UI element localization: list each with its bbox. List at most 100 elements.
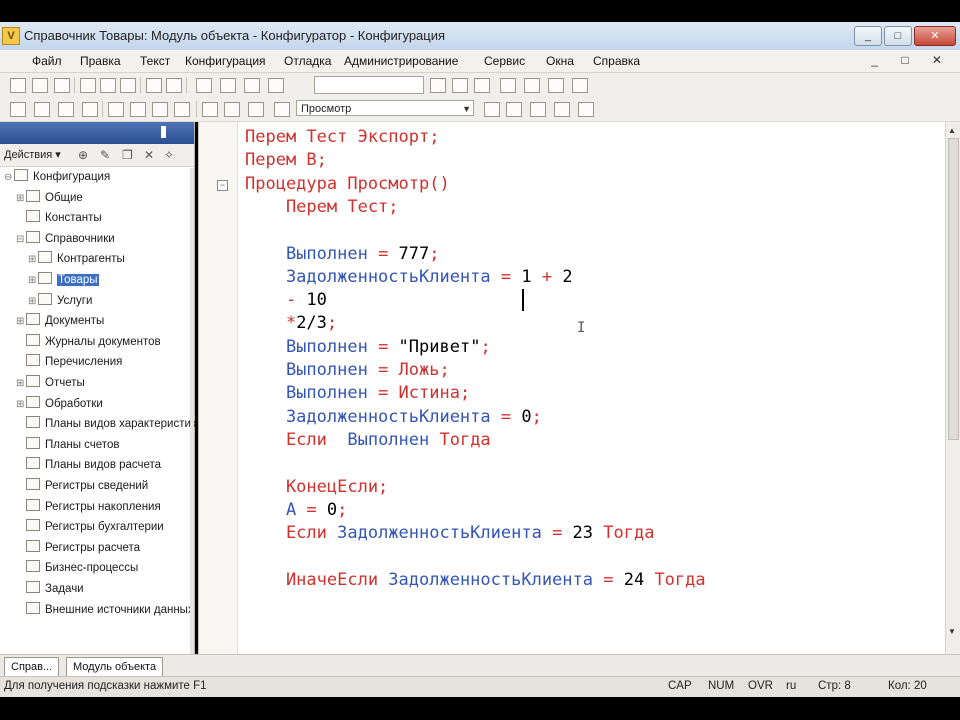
tab-object-module[interactable]: Модуль объекта xyxy=(66,657,164,677)
tree-expander-icon[interactable]: ⊖ xyxy=(4,169,14,187)
compare-icon[interactable] xyxy=(82,102,98,117)
tree-item[interactable]: Регистры расчета xyxy=(16,539,140,557)
maximize-button[interactable]: □ xyxy=(884,26,912,46)
module-icon[interactable] xyxy=(248,102,264,117)
scroll-down-icon[interactable]: ▼ xyxy=(948,627,956,636)
more-icon[interactable] xyxy=(578,102,594,117)
tree-item[interactable]: Планы видов характеристик xyxy=(16,415,196,433)
save-icon[interactable] xyxy=(54,78,70,93)
run-debug-icon[interactable] xyxy=(108,102,124,117)
code-line[interactable]: Выполнен = Истина; xyxy=(245,382,470,405)
tree-item[interactable]: ⊞ Документы xyxy=(16,312,104,330)
tree-item[interactable]: Регистры накопления xyxy=(16,498,161,516)
menu-edit[interactable]: Правка xyxy=(80,54,121,68)
tree-item[interactable]: ⊟ Справочники xyxy=(16,230,115,248)
tree-item[interactable]: Перечисления xyxy=(16,353,122,371)
update-config-icon[interactable] xyxy=(58,102,74,117)
print-icon[interactable] xyxy=(196,78,212,93)
scroll-up-icon[interactable]: ▲ xyxy=(948,126,956,135)
open-config-icon[interactable] xyxy=(34,102,50,117)
properties-icon[interactable]: ✧ xyxy=(164,148,174,162)
undo-icon[interactable] xyxy=(146,78,162,93)
tree-expander-icon[interactable]: ⊞ xyxy=(28,251,38,269)
tree-expander-icon[interactable]: ⊞ xyxy=(16,190,26,208)
block-comment-icon[interactable] xyxy=(484,102,500,117)
menu-service[interactable]: Сервис xyxy=(484,54,525,68)
search-input[interactable] xyxy=(314,76,424,94)
code-line[interactable]: - 10 xyxy=(245,289,327,312)
move-down-icon[interactable] xyxy=(224,102,240,117)
open-icon[interactable] xyxy=(32,78,48,93)
tree-item[interactable]: ⊞ Отчеты xyxy=(16,374,85,392)
tree-item[interactable]: Планы видов расчета xyxy=(16,456,161,474)
stop-icon[interactable] xyxy=(130,102,146,117)
code-line[interactable]: Выполнен = 777; xyxy=(245,243,440,266)
code-line[interactable]: А = 0; xyxy=(245,499,347,522)
code-line[interactable]: ЗадолженностьКлиента = 0; xyxy=(245,406,542,429)
syntax-check-icon[interactable] xyxy=(524,78,540,93)
tree-scrollbar[interactable] xyxy=(190,168,194,654)
code-line[interactable]: ЗадолженностьКлиента = 1 + 2 xyxy=(245,266,573,289)
actions-menu[interactable]: Действия ▾ xyxy=(4,148,61,161)
template-icon[interactable] xyxy=(554,102,570,117)
edit-icon[interactable]: ✎ xyxy=(100,148,110,162)
scroll-thumb[interactable] xyxy=(948,138,959,440)
tree-item[interactable]: Регистры бухгалтерии xyxy=(16,518,164,536)
goto-icon[interactable] xyxy=(500,78,516,93)
tree-item[interactable]: Бизнес-процессы xyxy=(16,559,138,577)
new-icon[interactable] xyxy=(10,78,26,93)
editor-scrollbar[interactable]: ▲ ▼ xyxy=(945,122,960,654)
preview-icon[interactable] xyxy=(220,78,236,93)
code-line[interactable]: Перем Тест Экспорт; xyxy=(245,126,439,149)
uncomment-icon[interactable] xyxy=(506,102,522,117)
procedures-icon[interactable] xyxy=(274,102,290,117)
code-line[interactable]: Выполнен = "Привет"; xyxy=(245,336,491,359)
mdi-controls[interactable]: _ □ ✕ xyxy=(871,53,952,67)
tree-item[interactable]: ⊞ Услуги xyxy=(28,292,92,310)
minimize-button[interactable]: _ xyxy=(854,26,882,46)
wizard-icon[interactable] xyxy=(530,102,546,117)
menu-debug[interactable]: Отладка xyxy=(284,54,331,68)
bookmark-icon[interactable] xyxy=(474,78,490,93)
step-icon[interactable] xyxy=(174,102,190,117)
code-editor[interactable]: − Перем Тест Экспорт; Перем В; Процедура П… xyxy=(198,122,945,654)
code-line[interactable]: ИначеЕсли ЗадолженностьКлиента = 24 Тогд… xyxy=(245,569,706,592)
code-line[interactable]: Процедура Просмотр() xyxy=(245,173,450,196)
menu-windows[interactable]: Окна xyxy=(546,54,574,68)
tree-item[interactable]: ⊞ Общие xyxy=(16,189,83,207)
tree-item[interactable]: Журналы документов xyxy=(16,333,161,351)
code-line[interactable]: Если ЗадолженностьКлиента = 23 Тогда xyxy=(245,522,655,545)
code-line[interactable]: Если Выполнен Тогда xyxy=(245,429,491,452)
tree-expander-icon[interactable]: ⊞ xyxy=(16,313,26,331)
tree-item[interactable]: ⊞ Контрагенты xyxy=(28,250,125,268)
cut-icon[interactable] xyxy=(80,78,96,93)
procedure-select[interactable]: Просмотр ▼ xyxy=(296,100,474,116)
copy-item-icon[interactable]: ❐ xyxy=(122,148,133,162)
code-line[interactable]: *2/3; xyxy=(245,312,337,335)
tree-item[interactable]: ⊖ Конфигурация xyxy=(4,168,110,186)
menu-help[interactable]: Справка xyxy=(593,54,640,68)
tree-expander-icon[interactable]: ⊞ xyxy=(16,375,26,393)
redo-icon[interactable] xyxy=(166,78,182,93)
tree-expander-icon[interactable]: ⊞ xyxy=(28,293,38,311)
config-tree-icon[interactable] xyxy=(10,102,26,117)
tree-expander-icon[interactable]: ⊞ xyxy=(16,396,26,414)
search-prev-icon[interactable] xyxy=(452,78,468,93)
menu-text[interactable]: Текст xyxy=(140,54,170,68)
breakpoint-icon[interactable] xyxy=(152,102,168,117)
find-icon[interactable] xyxy=(244,78,260,93)
tree-item[interactable]: Планы счетов xyxy=(16,436,119,454)
code-line[interactable]: Перем В; xyxy=(245,149,327,172)
menu-file[interactable]: Файл xyxy=(32,54,62,68)
move-up-icon[interactable] xyxy=(202,102,218,117)
tree-item[interactable]: ⊞ Обработки xyxy=(16,395,103,413)
tree-item[interactable]: Внешние источники данных xyxy=(16,601,194,619)
tree-expander-icon[interactable]: ⊞ xyxy=(28,272,38,290)
tree-item[interactable]: ⊞ Товары xyxy=(28,271,99,289)
format-icon[interactable] xyxy=(548,78,564,93)
code-line[interactable]: Перем Тест; xyxy=(245,196,399,219)
fold-toggle-icon[interactable]: − xyxy=(217,180,228,191)
delete-icon[interactable]: ✕ xyxy=(144,148,154,162)
close-button[interactable]: ✕ xyxy=(914,26,956,46)
menu-configuration[interactable]: Конфигурация xyxy=(185,54,266,68)
